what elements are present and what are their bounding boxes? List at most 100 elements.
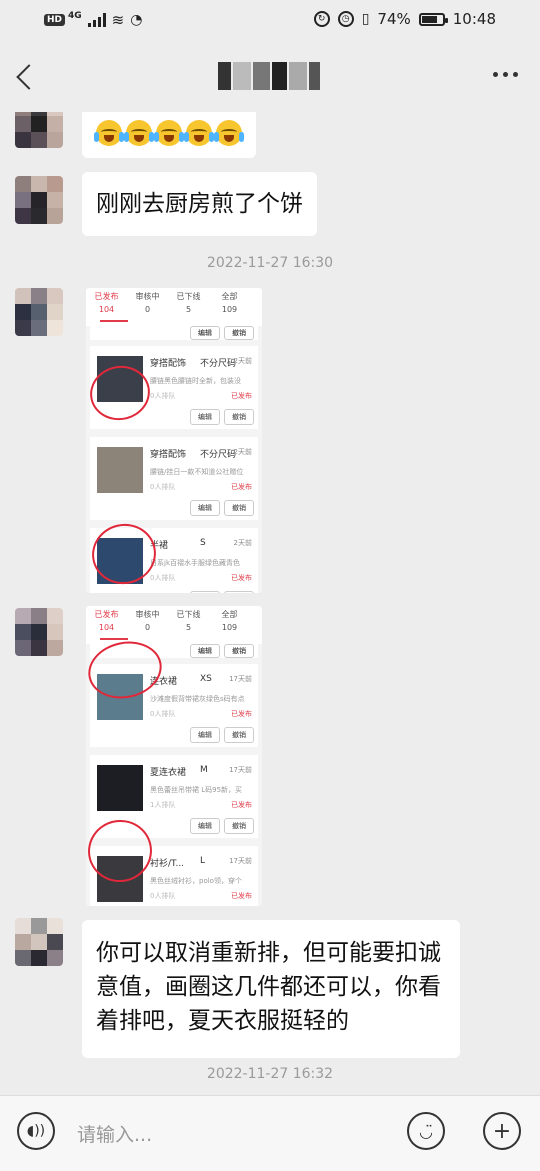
active-tab-underline	[100, 320, 128, 322]
listing-thumbnail	[97, 856, 143, 902]
listing-tab-count: 109	[221, 305, 238, 314]
crying-laughing-emoji-icon	[184, 120, 214, 146]
listing-description: 日系jk百褶水手服绿色藏青色	[150, 559, 240, 567]
back-arrow-icon[interactable]	[12, 60, 40, 94]
hd-badge: HD	[44, 14, 66, 26]
plus-icon[interactable]: +	[483, 1112, 521, 1150]
edit-button: 编辑	[190, 409, 220, 425]
listing-thumbnail	[97, 765, 143, 811]
avatar[interactable]	[15, 288, 63, 336]
battery-fill	[421, 15, 437, 23]
listing-tab-count: 5	[185, 305, 192, 314]
listing-tab: 已下线 5	[168, 606, 209, 644]
listing-thumbnail	[97, 538, 143, 584]
listing-time: 17天前	[229, 766, 252, 774]
listing-tab-count: 104	[98, 305, 115, 314]
listing-title: 连衣裙	[150, 677, 178, 687]
wechat-icon: ◔	[130, 12, 143, 28]
listing-status: 已发布	[231, 483, 252, 491]
more-options-icon[interactable]	[493, 72, 518, 77]
emoji-message-bubble[interactable]	[82, 112, 256, 158]
signal-icon	[87, 13, 106, 27]
listing-item: 穿搭配饰 不分尺码 2天前 腰链/挂日一款不知道公社赠位 0人排队 已发布 编辑 撤销	[90, 437, 258, 520]
listing-time: 2天前	[233, 448, 252, 456]
listing-tab: 全部 109	[209, 288, 250, 326]
vibrate-icon: ▯	[361, 11, 370, 27]
message-input[interactable]	[75, 1120, 389, 1150]
withdraw-button: 撤销	[224, 727, 254, 743]
tear-icon	[154, 132, 159, 142]
listing-size: 不分尺码	[200, 450, 237, 460]
active-tab-underline	[100, 638, 128, 640]
status-bar: HD 4G ≋ ◔ ↻ ◷ ▯ 74% 10:48	[0, 0, 540, 42]
listing-tab-label: 全部	[221, 292, 238, 301]
listing-item: 连衣裙 XS 17天前 沙滩度假背带裙灰绿色s码有点 0人排队 已发布 编辑 撤销	[90, 664, 258, 747]
crying-laughing-emoji-icon	[214, 120, 244, 146]
emoji-picker-icon[interactable]: ◡̈	[407, 1112, 445, 1150]
listing-size: L	[200, 856, 206, 866]
withdraw-button: 撤销	[224, 591, 254, 593]
listing-description: 沙滩度假背带裙灰绿色s码有点	[150, 695, 245, 703]
listing-status: 已发布	[231, 574, 252, 582]
listing-tab: 全部 109	[209, 606, 250, 644]
withdraw-button: 撤销	[224, 818, 254, 834]
listing-queue: 0人排队	[150, 574, 176, 582]
listing-tab-count: 0	[144, 305, 151, 314]
listing-size: S	[200, 538, 206, 548]
previous-item-buttons: 编辑 撤销	[90, 644, 258, 658]
listing-title: 衬衫/T...	[150, 859, 185, 869]
listing-tab: 已下线 5	[168, 288, 209, 326]
listing-description: 黑色丝绒衬衫，polo领，穿个	[150, 877, 242, 885]
listing-queue: 0人排队	[150, 892, 176, 900]
withdraw-button: 撤销	[224, 326, 254, 340]
listing-time: 2天前	[233, 357, 252, 365]
tear-icon	[214, 132, 219, 142]
avatar[interactable]	[15, 112, 63, 148]
avatar[interactable]	[15, 918, 63, 966]
text-message-bubble[interactable]: 刚刚去厨房煎了个饼	[82, 172, 317, 236]
listing-status: 已发布	[231, 392, 252, 400]
listing-tab-label: 全部	[221, 610, 238, 619]
timestamp: 2022-11-27 16:32	[206, 1066, 334, 1082]
listing-thumbnail	[97, 674, 143, 720]
avatar[interactable]	[15, 176, 63, 224]
edit-button: 编辑	[190, 818, 220, 834]
text-message-bubble[interactable]: 你可以取消重新排，但可能要扣诚意值，画圈这几件都还可以，你看着排吧，夏天衣服挺轻…	[82, 920, 460, 1058]
chat-area[interactable]: 刚刚去厨房煎了个饼 2022-11-27 16:30 已发布 104 审核中 0 已下线…	[0, 112, 540, 1095]
timestamp: 2022-11-27 16:30	[206, 255, 334, 271]
image-message-screenshot-1[interactable]: 已发布 104 审核中 0 已下线 5 全部 109 编辑 撤销 穿搭配饰 不分尺码 2天前 腰链黑色腰链…	[86, 288, 262, 593]
withdraw-button: 撤销	[224, 409, 254, 425]
battery-icon	[418, 12, 448, 26]
image-message-screenshot-2[interactable]: 已发布 104 审核中 0 已下线 5 全部 109 编辑 撤销 连衣裙 XS 17天前 沙滩度假背带裙灰…	[86, 606, 262, 906]
message-text: 你可以取消重新排，但可能要扣诚意值，画圈这几件都还可以，你看着排吧，夏天衣服挺轻…	[96, 940, 441, 1034]
edit-button: 编辑	[190, 727, 220, 743]
alarm-icon: ◷	[337, 11, 354, 27]
voice-input-icon[interactable]: ◖))	[17, 1112, 55, 1150]
listing-thumbnail	[97, 356, 143, 402]
avatar[interactable]	[15, 608, 63, 656]
wifi-icon: ≋	[111, 11, 125, 29]
listing-tab-label: 已下线	[176, 292, 201, 301]
listing-item: 穿搭配饰 不分尺码 2天前 腰链黑色腰链时全新，包装没 0人排队 已发布 编辑 撤销	[90, 346, 258, 429]
listing-title: 夏连衣裙	[150, 768, 187, 778]
listing-tabs: 已发布 104 审核中 0 已下线 5 全部 109	[86, 288, 262, 326]
message-text: 刚刚去厨房煎了个饼	[96, 191, 303, 217]
listing-title: 穿搭配饰	[150, 450, 187, 460]
status-right: ↻ ◷ ▯ 74% 10:48	[313, 10, 496, 28]
listing-item: 半裙 S 2天前日系jk百褶水手服绿色藏青色 0人排队 已发布编辑 撤销	[90, 528, 258, 593]
listing-tab-label: 审核中	[135, 292, 160, 301]
data-saver-icon: ↻	[313, 11, 330, 27]
listing-tab-label: 审核中	[135, 610, 160, 619]
crying-laughing-emoji-icon	[94, 120, 124, 146]
listing-time: 17天前	[229, 675, 252, 683]
edit-button: 编辑	[190, 591, 220, 593]
listing-description: 腰链/挂日一款不知道公社赠位	[150, 468, 244, 476]
listing-tab-count: 104	[98, 623, 115, 632]
listing-size: 不分尺码	[200, 359, 237, 369]
tear-icon	[239, 132, 244, 142]
withdraw-button: 撤销	[224, 500, 254, 516]
edit-button: 编辑	[190, 500, 220, 516]
clock: 10:48	[452, 10, 496, 28]
listing-tab-label: 已发布	[94, 292, 119, 301]
listing-item: 衬衫/T...L17天前黑色丝绒衬衫，polo领，穿个0人排队已发布编辑撤销	[90, 846, 258, 906]
